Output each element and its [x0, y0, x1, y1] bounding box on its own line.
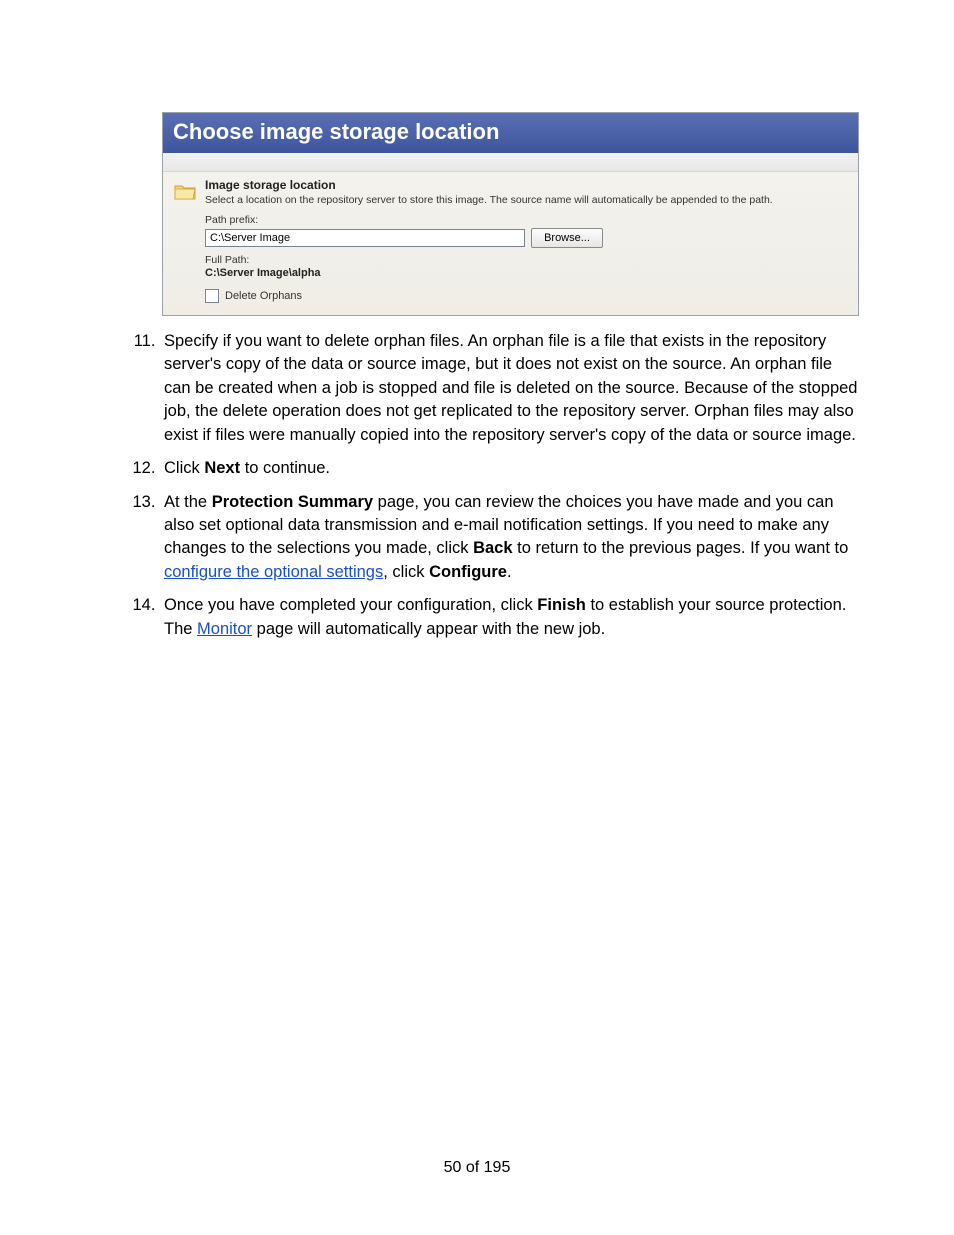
browse-button[interactable]: Browse... — [531, 228, 603, 248]
step-13-configure: Configure — [429, 563, 507, 581]
step-13: At the Protection Summary page, you can … — [160, 491, 858, 585]
monitor-link[interactable]: Monitor — [197, 620, 252, 638]
step-14-finish: Finish — [537, 596, 586, 614]
storage-location-dialog: Choose image storage location Image stor… — [162, 112, 859, 316]
step-13-c: to return to the previous pages. If you … — [513, 539, 849, 557]
step-list: Specify if you want to delete orphan fil… — [96, 330, 858, 641]
step-13-back: Back — [473, 539, 512, 557]
step-13-a: At the — [164, 493, 212, 511]
step-content: Specify if you want to delete orphan fil… — [96, 330, 858, 641]
step-14: Once you have completed your configurati… — [160, 594, 858, 641]
full-path-label: Full Path: — [205, 254, 850, 266]
step-14-a: Once you have completed your configurati… — [164, 596, 537, 614]
step-11: Specify if you want to delete orphan fil… — [160, 330, 858, 447]
step-11-text: Specify if you want to delete orphan fil… — [164, 332, 857, 444]
page-number: 50 of 195 — [0, 1159, 954, 1177]
step-12-b: to continue. — [240, 459, 330, 477]
delete-orphans-label: Delete Orphans — [225, 290, 302, 302]
step-13-e: . — [507, 563, 512, 581]
step-12-next: Next — [204, 459, 240, 477]
path-prefix-input[interactable] — [205, 229, 525, 247]
path-prefix-label: Path prefix: — [205, 214, 850, 226]
dialog-separator — [163, 153, 858, 172]
full-path-value: C:\Server Image\alpha — [205, 267, 850, 279]
delete-orphans-checkbox[interactable] — [205, 289, 219, 303]
dialog-body: Image storage location Select a location… — [163, 172, 858, 315]
folder-icon — [173, 180, 197, 202]
configure-settings-link[interactable]: configure the optional settings — [164, 563, 383, 581]
dialog-title: Choose image storage location — [163, 113, 858, 153]
section-description: Select a location on the repository serv… — [205, 194, 850, 206]
section-heading: Image storage location — [205, 178, 850, 192]
step-13-protection-summary: Protection Summary — [212, 493, 373, 511]
step-13-d: , click — [383, 563, 429, 581]
document-page: Choose image storage location Image stor… — [0, 0, 954, 1235]
step-12: Click Next to continue. — [160, 457, 858, 480]
step-14-c: page will automatically appear with the … — [252, 620, 605, 638]
step-12-a: Click — [164, 459, 204, 477]
